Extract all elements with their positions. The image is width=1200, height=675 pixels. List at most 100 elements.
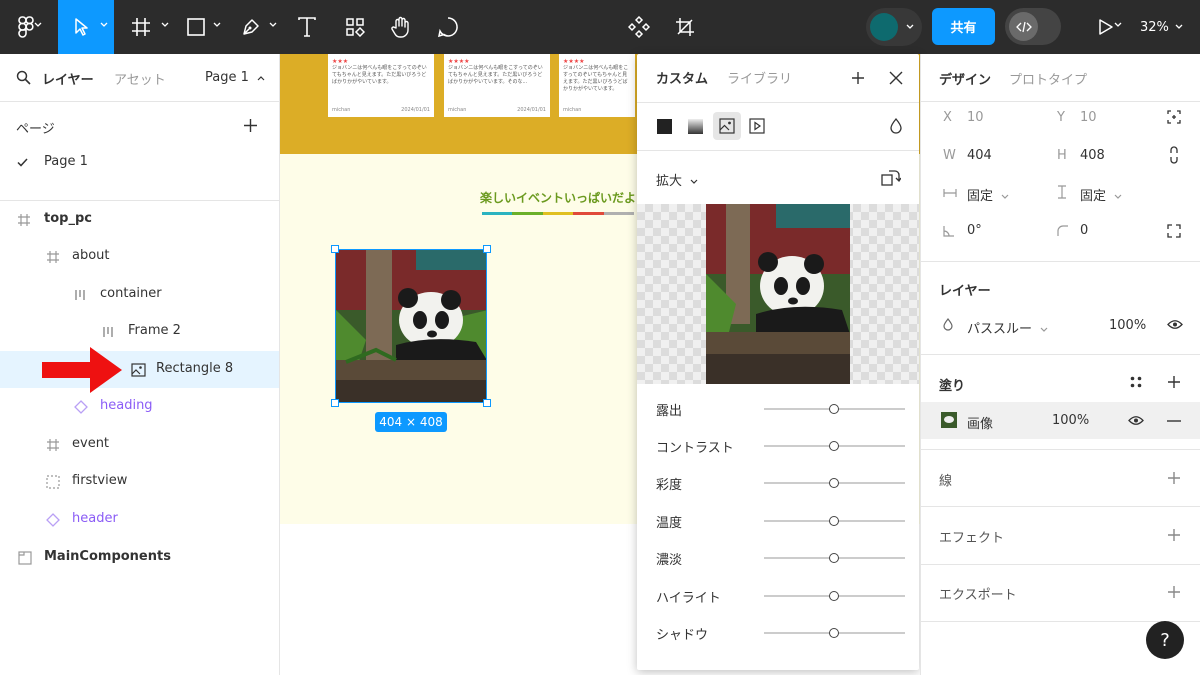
- component-button[interactable]: [622, 0, 656, 54]
- solid-fill-icon[interactable]: [657, 119, 672, 134]
- share-button[interactable]: 共有: [932, 8, 995, 45]
- help-button[interactable]: ?: [1146, 621, 1184, 659]
- add-effect-plus-icon[interactable]: [1167, 528, 1181, 542]
- slider-thumb[interactable]: [829, 628, 839, 638]
- search-icon[interactable]: [16, 70, 31, 85]
- components-grid-icon: [346, 18, 365, 37]
- figma-logo-icon: [18, 16, 34, 38]
- zoom-dropdown[interactable]: 32%: [1140, 0, 1183, 54]
- tab-layers[interactable]: レイヤー: [42, 69, 94, 88]
- code-brackets-icon: [1015, 21, 1032, 32]
- page-selector[interactable]: Page 1: [205, 70, 265, 85]
- frame-tool-button[interactable]: [120, 0, 175, 54]
- frame-hash-icon: [16, 212, 32, 228]
- tab-library[interactable]: ライブラリ: [727, 68, 792, 87]
- present-button[interactable]: [1088, 0, 1124, 54]
- video-fill-icon[interactable]: [749, 118, 765, 134]
- tab-assets[interactable]: アセット: [114, 69, 166, 88]
- comment-tool-button[interactable]: [430, 0, 466, 54]
- slider-thumb[interactable]: [829, 591, 839, 601]
- slider-thumb[interactable]: [829, 553, 839, 563]
- image-icon: [130, 362, 146, 378]
- image-preview[interactable]: [637, 204, 919, 384]
- layer-row[interactable]: heading: [0, 388, 279, 425]
- crop-button[interactable]: [668, 0, 702, 54]
- constrain-proportions-icon[interactable]: [1169, 146, 1179, 164]
- page-item[interactable]: Page 1: [0, 144, 279, 181]
- tab-prototype[interactable]: プロトタイプ: [1009, 69, 1087, 88]
- review-card: ★★★★ ジョバンニは何べんも眼をこすってのぞいてもちゃんと見えます。ただ黒いび…: [559, 54, 635, 117]
- resize-handle-bottom-left[interactable]: [331, 399, 339, 407]
- review-user: michan: [448, 107, 467, 113]
- hand-tool-button[interactable]: [384, 0, 418, 54]
- adjustment-contrast: コントラスト: [637, 431, 919, 461]
- layer-row[interactable]: MainComponents: [0, 539, 279, 576]
- rotate-image-icon[interactable]: [881, 168, 901, 186]
- gradient-fill-icon[interactable]: [688, 119, 703, 134]
- y-input[interactable]: 10: [1080, 110, 1097, 125]
- blend-drop-icon[interactable]: [890, 118, 902, 134]
- layer-row[interactable]: about: [0, 238, 279, 275]
- remove-fill-minus-icon[interactable]: [1167, 420, 1181, 422]
- slider-thumb[interactable]: [829, 404, 839, 414]
- add-plus-icon[interactable]: [851, 71, 865, 85]
- add-export-plus-icon[interactable]: [1167, 585, 1181, 599]
- dev-mode-toggle[interactable]: [1005, 8, 1061, 45]
- hand-icon: [391, 16, 409, 38]
- resize-handle-top-left[interactable]: [331, 245, 339, 253]
- main-menu-button[interactable]: [0, 0, 52, 54]
- review-date: 2024/01/01: [517, 107, 546, 113]
- horizontal-sizing-label: 固定: [967, 189, 994, 204]
- autolayout-columns-icon: [73, 287, 89, 303]
- independent-corners-icon[interactable]: [1167, 224, 1181, 238]
- image-fill-tab[interactable]: [713, 112, 741, 140]
- selected-image-rectangle[interactable]: [335, 249, 487, 403]
- layer-section-title: レイヤー: [939, 284, 991, 299]
- slider-thumb[interactable]: [829, 441, 839, 451]
- fill-row[interactable]: 画像 100%: [921, 402, 1200, 439]
- styles-grid-icon[interactable]: [1130, 376, 1142, 388]
- corner-radius-input[interactable]: 0: [1080, 223, 1088, 238]
- layer-row[interactable]: Frame 2: [0, 313, 279, 350]
- horizontal-sizing-dropdown[interactable]: 固定: [967, 185, 1009, 204]
- fill-image-thumbnail[interactable]: [941, 412, 957, 428]
- add-stroke-plus-icon[interactable]: [1167, 471, 1181, 485]
- scale-mode-dropdown[interactable]: 拡大: [656, 170, 698, 189]
- tab-custom[interactable]: カスタム: [656, 68, 708, 87]
- resize-handle-bottom-right[interactable]: [483, 399, 491, 407]
- add-fill-plus-icon[interactable]: [1167, 375, 1181, 389]
- layer-row[interactable]: event: [0, 426, 279, 463]
- resources-tool-button[interactable]: [338, 0, 372, 54]
- eye-icon[interactable]: [1128, 415, 1144, 426]
- w-input[interactable]: 404: [967, 148, 992, 163]
- fill-opacity-input[interactable]: 100%: [1052, 413, 1089, 428]
- close-icon[interactable]: [889, 71, 903, 85]
- slider-thumb[interactable]: [829, 478, 839, 488]
- x-input[interactable]: 10: [967, 110, 984, 125]
- layer-row[interactable]: container: [0, 276, 279, 313]
- layer-row[interactable]: firstview: [0, 463, 279, 500]
- layer-row[interactable]: header: [0, 501, 279, 538]
- layer-label: MainComponents: [44, 549, 171, 564]
- add-page-plus-icon[interactable]: [243, 118, 258, 133]
- blend-mode-dropdown[interactable]: パススルー: [967, 318, 1048, 337]
- text-tool-button[interactable]: [290, 0, 324, 54]
- tab-design[interactable]: デザイン: [939, 69, 991, 88]
- pen-tool-button[interactable]: [234, 0, 284, 54]
- user-avatar-button[interactable]: [866, 8, 922, 46]
- slider-thumb[interactable]: [829, 516, 839, 526]
- move-tool-button[interactable]: [58, 0, 114, 54]
- shape-tool-button[interactable]: [178, 0, 230, 54]
- divider: [921, 564, 1200, 565]
- vertical-sizing-dropdown[interactable]: 固定: [1080, 185, 1122, 204]
- layer-opacity-input[interactable]: 100%: [1109, 318, 1146, 333]
- align-target-icon[interactable]: [1167, 110, 1181, 124]
- rotation-input[interactable]: 0°: [967, 223, 982, 238]
- layer-label: heading: [100, 398, 153, 413]
- effects-section-title: エフェクト: [939, 531, 1005, 546]
- layer-row[interactable]: top_pc: [0, 201, 279, 238]
- resize-handle-top-right[interactable]: [483, 245, 491, 253]
- underline-segment: [573, 212, 604, 215]
- h-input[interactable]: 408: [1080, 148, 1105, 163]
- eye-icon[interactable]: [1167, 319, 1183, 330]
